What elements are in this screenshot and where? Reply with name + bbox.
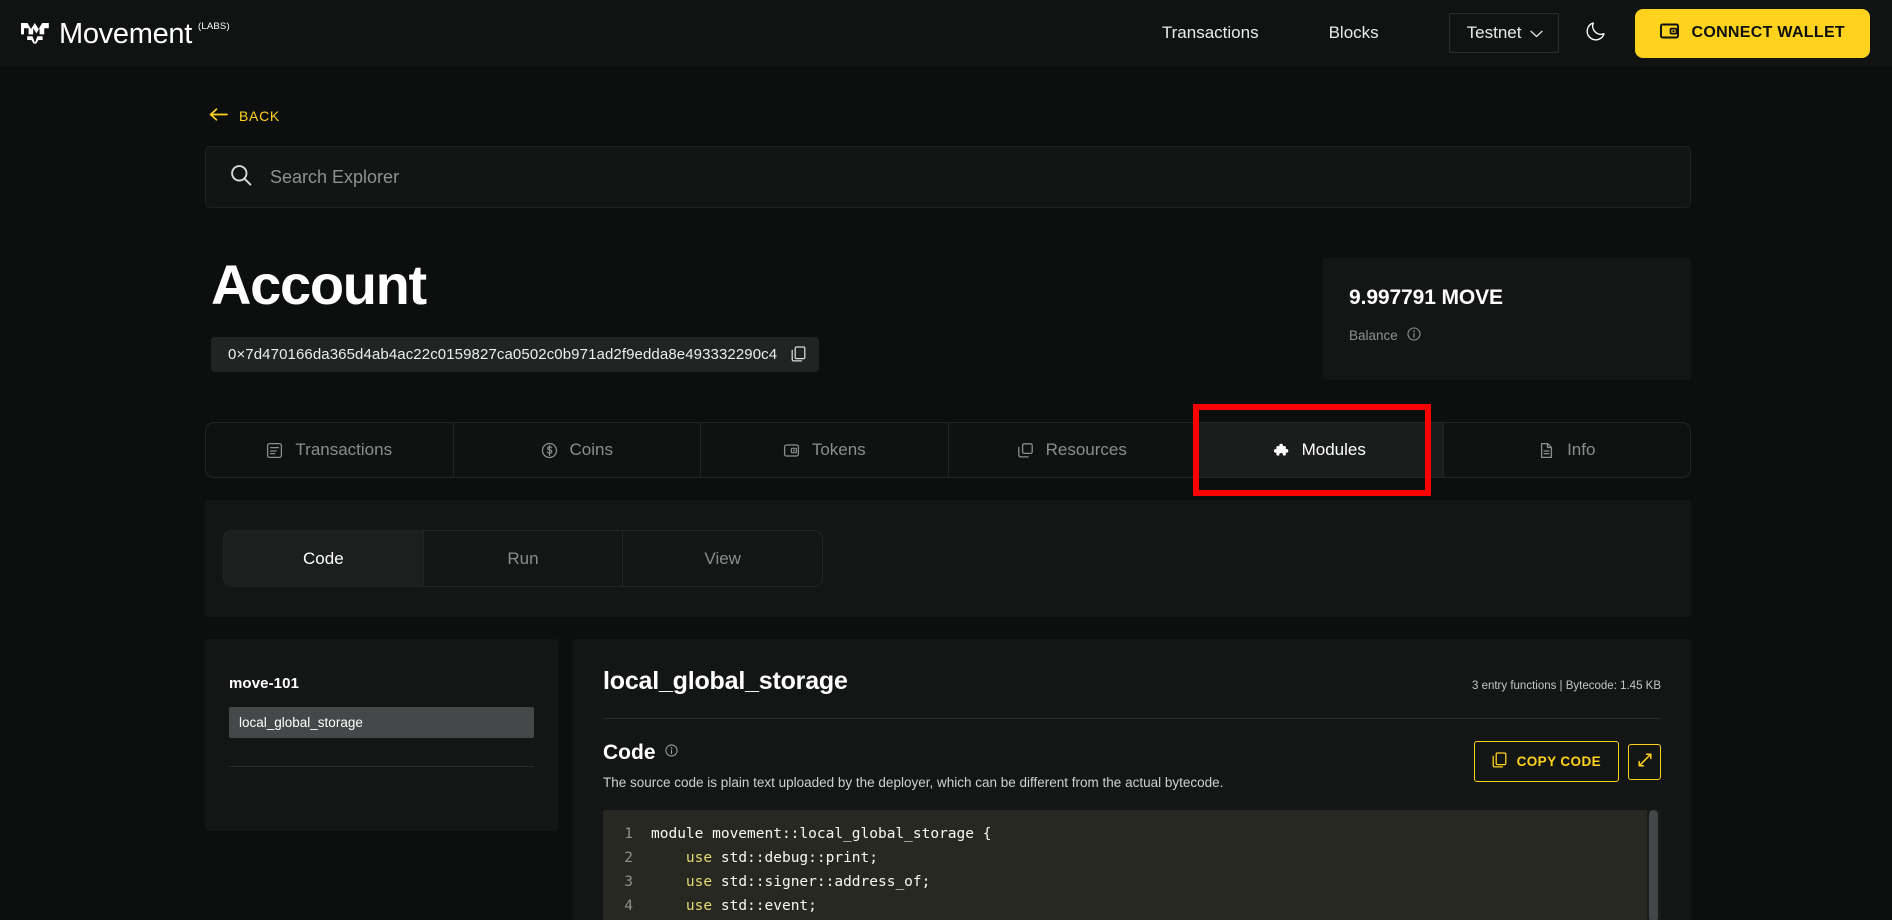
line-number: 3 [624, 874, 633, 890]
moon-icon [1585, 20, 1607, 47]
code-line: 1 module movement::local_global_storage … [603, 822, 1647, 846]
tabs-wrapper: Transactions Coins Tokens Resources Modu… [205, 404, 1691, 496]
file-text-icon [1538, 442, 1555, 459]
info-circle-icon[interactable] [664, 744, 678, 762]
module-detail-header: local_global_storage 3 entry functions |… [603, 667, 1661, 696]
subtab-code[interactable]: Code [224, 531, 424, 586]
tab-label: Coins [569, 440, 613, 459]
account-address-text: 0×7d470166da365d4ab4ac22c0159827ca0502c0… [228, 345, 778, 363]
brand-labs-tag: (LABS) [198, 21, 230, 32]
balance-label: Balance [1349, 328, 1398, 343]
tab-label: Transactions [295, 440, 393, 459]
code-section-header: Code The source code is plain text uploa… [603, 741, 1661, 790]
info-circle-icon[interactable] [1407, 327, 1421, 344]
page-title: Account [211, 253, 427, 316]
search-bar[interactable] [205, 146, 1691, 208]
module-subtabs: Code Run View [223, 530, 823, 587]
connect-wallet-label: CONNECT WALLET [1691, 24, 1845, 41]
code-scrollbar-thumb[interactable] [1649, 810, 1658, 920]
module-list-item[interactable]: local_global_storage [229, 707, 534, 738]
stacked-layers-icon [1017, 442, 1034, 459]
theme-toggle-button[interactable] [1579, 16, 1613, 50]
line-content: module movement::local_global_storage { [651, 826, 992, 842]
line-number: 2 [624, 850, 633, 866]
balance-label-row: Balance [1349, 327, 1665, 344]
copy-code-label: COPY CODE [1516, 754, 1601, 769]
expand-arrows-icon [1637, 752, 1653, 771]
code-description: The source code is plain text uploaded b… [603, 775, 1224, 790]
account-address-chip[interactable]: 0×7d470166da365d4ab4ac22c0159827ca0502c0… [211, 336, 820, 372]
tab-resources[interactable]: Resources [949, 423, 1196, 477]
expand-code-button[interactable] [1628, 743, 1661, 780]
back-link-label: BACK [239, 108, 280, 124]
subtab-run[interactable]: Run [424, 531, 624, 586]
tab-info[interactable]: Info [1444, 423, 1691, 477]
brand-name: Movement [59, 18, 192, 50]
module-detail-panel: local_global_storage 3 entry functions |… [573, 639, 1691, 920]
tab-modules[interactable]: Modules [1196, 423, 1444, 477]
movement-logo-icon [20, 22, 50, 49]
back-link[interactable]: BACK [205, 66, 280, 124]
list-document-icon [266, 442, 283, 459]
module-list-sidebar: move-101 local_global_storage [205, 639, 558, 831]
search-input[interactable] [270, 166, 1666, 188]
code-section-titles: Code The source code is plain text uploa… [603, 741, 1223, 790]
line-content: use std::event; [685, 898, 817, 914]
arrow-left-icon [209, 108, 228, 124]
module-header-divider [603, 718, 1661, 719]
account-summary-left: Account 0×7d470166da365d4ab4ac22c0159827… [205, 253, 820, 372]
code-line: 3 use std::signer::address_of; [603, 870, 1647, 894]
package-name: move-101 [229, 675, 300, 692]
tab-label: Info [1567, 440, 1596, 459]
token-card-icon [783, 442, 800, 459]
module-area: move-101 local_global_storage local_glob… [205, 639, 1691, 920]
page-content: BACK Account 0×7d470166da365d4ab4ac22c01… [0, 66, 1892, 920]
account-summary-row: Account 0×7d470166da365d4ab4ac22c0159827… [205, 253, 1691, 380]
copy-icon [1492, 752, 1507, 771]
coin-dollar-icon [541, 442, 558, 459]
code-actions: COPY CODE [1473, 741, 1661, 782]
tab-tokens[interactable]: Tokens [701, 423, 949, 477]
search-icon [230, 164, 252, 191]
code-scrollbar-track[interactable] [1647, 810, 1661, 920]
tab-transactions[interactable]: Transactions [206, 423, 454, 477]
brand-logo[interactable]: Movement (LABS) [20, 17, 230, 49]
line-number: 4 [624, 898, 633, 914]
module-title: local_global_storage [603, 667, 848, 695]
line-content: use std::signer::address_of; [685, 874, 931, 890]
tab-label: Modules [1301, 440, 1366, 459]
code-heading: Code [603, 741, 656, 764]
tab-coins[interactable]: Coins [454, 423, 701, 477]
explorer-page: Movement (LABS) Transactions Blocks Test… [0, 0, 1892, 920]
code-scroll-area[interactable]: 1 module movement::local_global_storage … [603, 810, 1647, 920]
balance-value: 9.997791 MOVE [1349, 286, 1503, 309]
subtab-view[interactable]: View [623, 531, 822, 586]
sidebar-divider [229, 766, 534, 767]
code-line: 4 use std::event; [603, 894, 1647, 918]
chevron-down-icon [1530, 23, 1544, 43]
nav-link-transactions[interactable]: Transactions [1162, 23, 1259, 43]
modules-panel: Code Run View [205, 500, 1691, 617]
network-selector[interactable]: Testnet [1448, 13, 1560, 53]
nav-link-blocks[interactable]: Blocks [1329, 23, 1379, 43]
tab-label: Resources [1045, 440, 1127, 459]
line-content: use std::debug::print; [685, 850, 878, 866]
connect-wallet-button[interactable]: CONNECT WALLET [1635, 8, 1870, 58]
tab-label: Tokens [811, 440, 866, 459]
network-selector-label: Testnet [1466, 23, 1522, 42]
puzzle-piece-icon [1273, 442, 1290, 459]
code-line: 2 use std::debug::print; [603, 846, 1647, 870]
copy-code-button[interactable]: COPY CODE [1473, 741, 1619, 782]
top-header: Movement (LABS) Transactions Blocks Test… [0, 0, 1892, 66]
code-title-row: Code [603, 741, 1223, 765]
wallet-icon [1660, 22, 1680, 45]
content-inner: BACK Account 0×7d470166da365d4ab4ac22c01… [201, 66, 1691, 920]
header-nav: Transactions Blocks [1162, 23, 1379, 43]
source-code-block: 1 module movement::local_global_storage … [603, 810, 1661, 920]
module-meta: 3 entry functions | Bytecode: 1.45 KB [1471, 680, 1661, 692]
copy-address-icon[interactable] [791, 346, 806, 362]
account-tabs: Transactions Coins Tokens Resources Modu… [205, 422, 1691, 478]
balance-card: 9.997791 MOVE Balance [1323, 258, 1691, 380]
line-number: 1 [624, 826, 633, 842]
